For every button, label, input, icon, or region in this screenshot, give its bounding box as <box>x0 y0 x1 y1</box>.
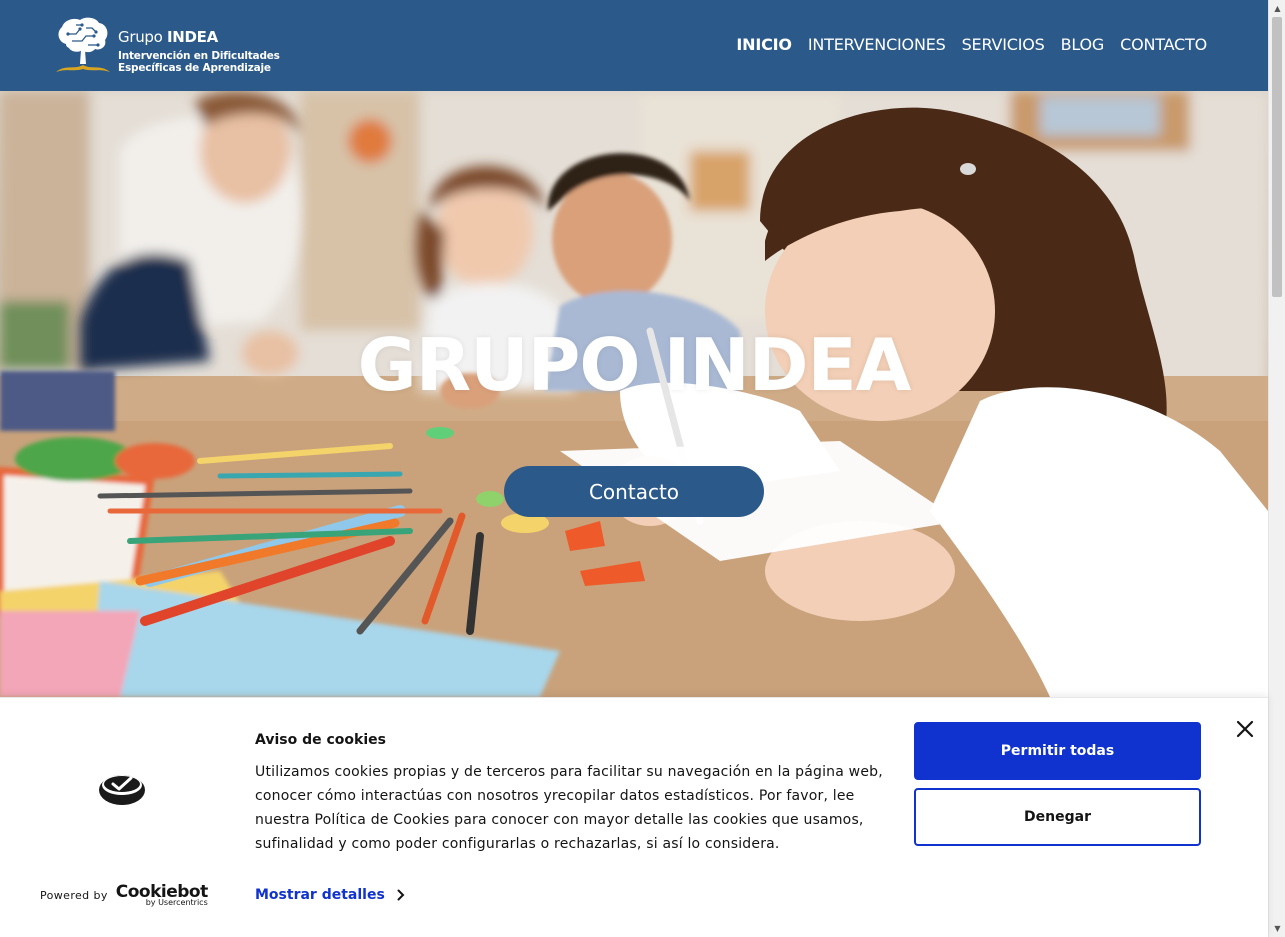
cookie-description: Utilizamos cookies propias y de terceros… <box>255 764 883 852</box>
hero-banner: GRUPO INDEA Contacto <box>0 91 1268 697</box>
main-nav: INICIO INTERVENCIONES SERVICIOS BLOG CON… <box>736 34 1207 56</box>
site-logo[interactable]: Grupo INDEA Intervención en Dificultades… <box>52 14 292 78</box>
deny-button[interactable]: Denegar <box>914 788 1201 846</box>
cookiebot-check-icon <box>99 775 145 805</box>
show-details-link[interactable]: Mostrar detalles <box>255 887 405 903</box>
close-icon[interactable] <box>1234 718 1256 740</box>
brain-tree-icon <box>56 17 110 72</box>
hero-title: GRUPO INDEA <box>357 323 912 407</box>
nav-item-inicio[interactable]: INICIO <box>736 34 792 56</box>
logo-subtitle-line2: Específicas de Aprendizaje <box>118 62 271 74</box>
cookiebot-branding[interactable]: Powered by Cookiebot by Usercentrics <box>40 884 208 908</box>
scrollbar-thumb[interactable] <box>1272 17 1282 297</box>
logo-brand-bold: INDEA <box>166 28 218 46</box>
logo-brand-light: Grupo <box>118 28 163 46</box>
show-details-label: Mostrar detalles <box>255 887 385 903</box>
site-header: Grupo INDEA Intervención en Dificultades… <box>0 0 1268 91</box>
scroll-down-arrow-icon[interactable]: ▼ <box>1269 920 1285 937</box>
powered-by-label: Powered by <box>40 889 108 902</box>
logo-brand: Grupo INDEA <box>118 28 218 46</box>
scroll-up-arrow-icon[interactable]: ▲ <box>1269 0 1285 17</box>
nav-item-blog[interactable]: BLOG <box>1061 34 1105 56</box>
cookiebot-logo: Cookiebot by Usercentrics <box>116 884 208 908</box>
page-scrollbar[interactable]: ▲ ▼ <box>1268 0 1285 937</box>
nav-item-intervenciones[interactable]: INTERVENCIONES <box>808 34 946 56</box>
chevron-right-icon <box>397 889 405 901</box>
cookie-banner: Powered by Cookiebot by Usercentrics Avi… <box>0 697 1268 937</box>
logo-subtitle: Intervención en Dificultades Específicas… <box>118 50 280 74</box>
nav-item-contacto[interactable]: CONTACTO <box>1120 34 1207 56</box>
nav-item-servicios[interactable]: SERVICIOS <box>962 34 1045 56</box>
cookie-title: Aviso de cookies <box>255 732 386 748</box>
allow-all-button[interactable]: Permitir todas <box>914 722 1201 780</box>
contact-button[interactable]: Contacto <box>504 466 764 517</box>
logo-subtitle-line1: Intervención en Dificultades <box>118 50 280 62</box>
